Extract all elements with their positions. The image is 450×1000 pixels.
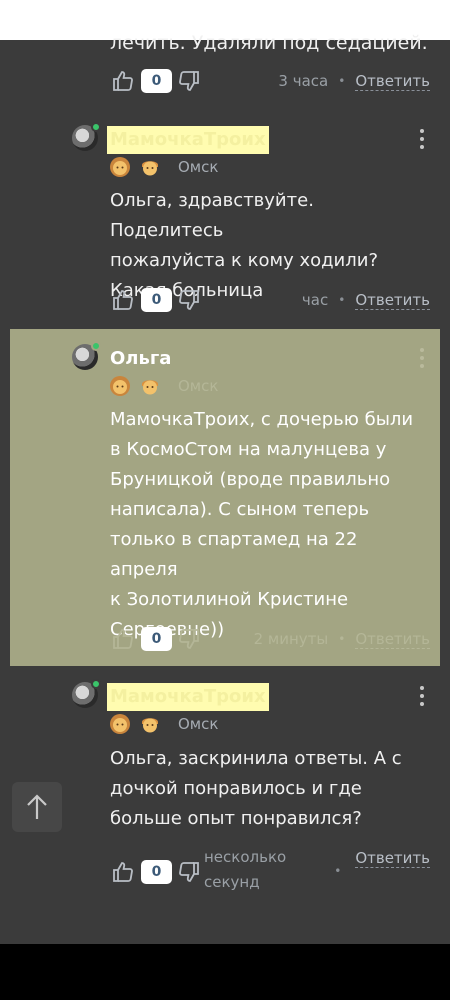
comment-time: 3 часа <box>278 72 329 90</box>
separator-dot: • <box>338 74 346 88</box>
reply-link[interactable]: Ответить <box>355 291 430 310</box>
comment-text: МамочкаТроих, с дочерью были в КосмоСтом… <box>110 409 414 640</box>
comment-actions: 0 несколько секунд • Ответить <box>110 845 430 901</box>
likes-counter: 0 <box>141 860 172 884</box>
separator-dot: • <box>338 293 346 307</box>
girl-emoji-icon <box>110 376 130 396</box>
bottom-bar <box>0 944 450 1000</box>
boy-emoji-icon <box>142 380 158 395</box>
more-options-icon[interactable] <box>414 684 430 708</box>
thumbs-up-icon[interactable] <box>110 287 136 313</box>
author-name[interactable]: МамочкаТроих <box>107 126 269 154</box>
more-options-icon[interactable] <box>414 346 430 370</box>
boy-emoji-icon <box>142 161 158 176</box>
city-label: Омск <box>178 715 219 733</box>
likes-counter: 0 <box>141 69 172 93</box>
comment-time: час <box>301 291 329 309</box>
reply-link[interactable]: Ответить <box>355 630 430 649</box>
thumbs-down-icon[interactable] <box>176 287 202 313</box>
city-label: Омск <box>178 158 219 176</box>
avatar[interactable] <box>72 122 101 151</box>
girl-emoji-icon <box>110 714 130 734</box>
thumbs-down-icon[interactable] <box>176 68 202 94</box>
separator-dot: • <box>334 864 342 878</box>
comment-actions: 0 час • Ответить <box>110 285 430 315</box>
user-badges <box>109 711 161 737</box>
user-badges <box>109 154 161 180</box>
thumbs-up-icon[interactable] <box>110 626 136 652</box>
arrow-up-icon <box>27 794 47 819</box>
author-name[interactable]: Ольга <box>107 345 174 373</box>
reply-link[interactable]: Ответить <box>355 849 430 868</box>
thumbs-up-icon[interactable] <box>110 68 136 94</box>
previous-comment-text: лечить. Удаляли под седацией. <box>110 32 428 52</box>
likes-counter: 0 <box>141 627 172 651</box>
comment-time: 2 минуты <box>253 630 329 648</box>
previous-comment-actions: 0 3 часа • Ответить <box>110 66 430 96</box>
girl-emoji-icon <box>110 157 130 177</box>
likes-counter: 0 <box>141 288 172 312</box>
more-options-icon[interactable] <box>414 127 430 151</box>
scroll-to-top-button[interactable] <box>12 782 62 832</box>
author-name[interactable]: МамочкаТроих <box>107 683 269 711</box>
avatar[interactable] <box>72 679 101 708</box>
thumbs-down-icon[interactable] <box>176 859 202 885</box>
thumbs-down-icon[interactable] <box>176 626 202 652</box>
boy-emoji-icon <box>142 718 158 733</box>
comment-time: несколько секунд <box>204 848 287 891</box>
city-label: Омск <box>178 377 219 395</box>
online-indicator <box>91 341 101 351</box>
comment-actions: 0 2 минуты • Ответить <box>110 624 430 654</box>
avatar[interactable] <box>72 341 101 370</box>
user-badges <box>109 373 161 399</box>
comment-text: Ольга, заскринила ответы. А с дочкой пон… <box>110 748 402 829</box>
online-indicator <box>91 679 101 689</box>
thumbs-up-icon[interactable] <box>110 859 136 885</box>
reply-link[interactable]: Ответить <box>355 72 430 91</box>
online-indicator <box>91 122 101 132</box>
separator-dot: • <box>338 632 346 646</box>
